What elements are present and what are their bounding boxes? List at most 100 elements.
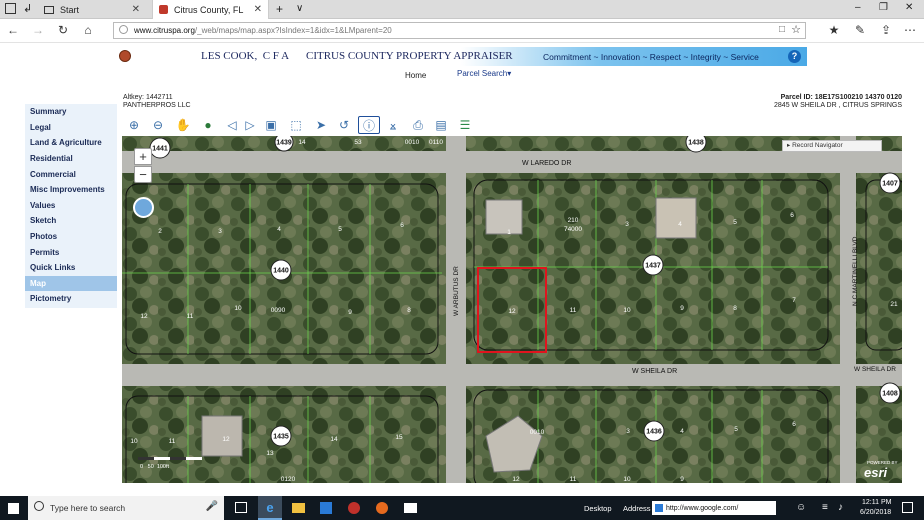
minimize-icon[interactable]: –: [855, 2, 861, 13]
tab-citrus-county[interactable]: Citrus County, FL ✕: [152, 0, 269, 19]
sidebar-item-photos[interactable]: Photos: [25, 229, 117, 245]
lot-label: 9: [348, 309, 352, 316]
taskbar-search-box[interactable]: Type here to search 🎤: [28, 496, 224, 520]
address-bar[interactable]: www.citruspa.org/_web/maps/map.aspx?IsIn…: [113, 22, 806, 39]
lot-label: 5: [733, 219, 737, 226]
taskbar-address-field[interactable]: http://www.google.com/: [652, 501, 776, 515]
pan-hand-icon[interactable]: ✋: [175, 117, 191, 133]
previous-extent-icon[interactable]: ◁: [224, 117, 240, 133]
clock-time[interactable]: 12:11 PM: [862, 499, 891, 506]
firefox-icon[interactable]: [376, 502, 388, 514]
zoom-out-icon[interactable]: ⊖: [150, 117, 166, 133]
sidebar-item-sketch[interactable]: Sketch: [25, 213, 117, 229]
sidebar-item-map[interactable]: Map: [25, 275, 117, 292]
desktop-toolbar-label[interactable]: Desktop: [584, 504, 612, 513]
search-icon: [34, 501, 44, 511]
mail-icon[interactable]: [404, 503, 417, 513]
tab-start-label: Start: [60, 4, 80, 15]
home-link[interactable]: Home: [405, 71, 426, 80]
lot-label: 5: [734, 426, 738, 433]
tab-preview-icon[interactable]: [5, 3, 16, 14]
sidebar-item-legal[interactable]: Legal: [25, 120, 117, 136]
file-explorer-icon[interactable]: [292, 503, 305, 513]
microphone-icon[interactable]: 🎤: [206, 501, 218, 512]
sidebar-item-quick-links[interactable]: Quick Links: [25, 260, 117, 276]
map-zoom-in-button[interactable]: +: [134, 148, 152, 165]
block-number: 1435: [273, 434, 289, 441]
back-tabs-icon[interactable]: ↲: [23, 2, 32, 15]
network-icon[interactable]: ≡: [822, 502, 828, 513]
locate-crosshair-icon[interactable]: [133, 197, 154, 218]
sidebar-item-residential[interactable]: Residential: [25, 151, 117, 167]
maximize-icon[interactable]: ❐: [879, 2, 888, 13]
share-icon[interactable]: ⇪: [878, 23, 894, 37]
forward-arrow-icon[interactable]: →: [30, 23, 46, 37]
zoom-box-icon[interactable]: ⬚: [288, 117, 304, 133]
map-zoom-out-button[interactable]: −: [134, 166, 152, 183]
lot-label: 8: [733, 305, 737, 312]
block-number: 1441: [152, 146, 168, 153]
windows-start-icon[interactable]: [8, 503, 19, 514]
parcel-search-link[interactable]: Parcel Search▾: [457, 69, 511, 78]
more-icon[interactable]: ⋯: [902, 23, 918, 37]
sidebar-item-values[interactable]: Values: [25, 198, 117, 214]
layers-icon[interactable]: ☰: [457, 117, 473, 133]
full-extent-icon[interactable]: ▣: [263, 117, 279, 133]
lot-label: 7: [792, 297, 796, 304]
zoom-in-icon[interactable]: ⊕: [126, 117, 142, 133]
export-icon[interactable]: ▤: [433, 117, 449, 133]
identify-info-icon[interactable]: ⓘ: [358, 116, 380, 134]
lot-label: 2: [158, 228, 162, 235]
reading-view-icon[interactable]: □: [779, 24, 785, 35]
record-navigator-button[interactable]: ▸ Record Navigator: [782, 140, 882, 152]
block-number: 1436: [646, 429, 662, 436]
globe-icon[interactable]: ●: [200, 117, 216, 133]
sidebar-item-summary[interactable]: Summary: [25, 104, 117, 120]
sidebar-item-commercial[interactable]: Commercial: [25, 166, 117, 182]
new-tab-button[interactable]: +: [276, 2, 283, 16]
measure-icon[interactable]: ⨱: [385, 117, 401, 133]
pen-icon[interactable]: ✎: [852, 23, 868, 37]
close-icon[interactable]: ✕: [132, 4, 140, 15]
refresh-icon[interactable]: ↻: [55, 23, 71, 37]
chevron-down-icon[interactable]: ∨: [296, 3, 303, 14]
sidebar-item-permits[interactable]: Permits: [25, 244, 117, 260]
map-canvas: W LAREDO DR W SHEILA DR W SHEILA DR W AR…: [122, 136, 902, 483]
parcel-map[interactable]: W LAREDO DR W SHEILA DR W SHEILA DR W AR…: [122, 136, 902, 483]
people-icon[interactable]: ☺: [796, 502, 806, 513]
street-label-laredo: W LAREDO DR: [522, 160, 571, 167]
next-extent-icon[interactable]: ▷: [242, 117, 258, 133]
home-icon[interactable]: ⌂: [80, 23, 96, 37]
window-close-icon[interactable]: ✕: [905, 2, 913, 13]
help-icon[interactable]: ?: [788, 50, 801, 63]
block-number: 1407: [882, 181, 898, 188]
select-arrow-icon[interactable]: ➤: [313, 117, 329, 133]
store-icon[interactable]: [320, 502, 332, 514]
sidebar-item-land-agriculture[interactable]: Land & Agriculture: [25, 135, 117, 151]
back-arrow-icon[interactable]: ←: [5, 23, 21, 37]
select-parcel-icon[interactable]: ↺: [336, 117, 352, 133]
favorites-icon[interactable]: ★: [826, 23, 842, 37]
app-red-icon[interactable]: [348, 502, 360, 514]
block-number: 1437: [645, 263, 661, 270]
volume-icon[interactable]: ♪: [838, 502, 843, 513]
street-label-martinelli: N C MARTINELLI BLVD: [852, 236, 859, 306]
edge-taskbar-icon[interactable]: e: [258, 496, 282, 520]
sidebar-item-misc-improvements[interactable]: Misc Improvements: [25, 182, 117, 198]
window-icon: [44, 5, 54, 14]
url-path: /_web/maps/map.aspx?IsIndex=1&idx=1&LMpa…: [194, 26, 392, 35]
lot-label: 1: [507, 229, 511, 236]
lot-label: 10: [623, 307, 631, 314]
close-icon[interactable]: ✕: [254, 4, 262, 15]
favorite-star-icon[interactable]: ☆: [791, 23, 801, 36]
windows-taskbar: Type here to search 🎤 e Desktop Address …: [0, 496, 924, 520]
notifications-icon[interactable]: [902, 502, 913, 513]
clock-date[interactable]: 6/20/2018: [860, 509, 891, 516]
print-icon[interactable]: ⎙: [410, 117, 426, 133]
sidebar-item-pictometry[interactable]: Pictometry: [25, 291, 117, 307]
tab-start[interactable]: Start ✕: [38, 0, 146, 19]
appraiser-name: LES COOK, C F A: [201, 50, 290, 62]
road-laredo: [122, 151, 902, 173]
tagline: Commitment ~ Innovation ~ Respect ~ Inte…: [543, 52, 759, 62]
task-view-icon[interactable]: [235, 502, 247, 513]
